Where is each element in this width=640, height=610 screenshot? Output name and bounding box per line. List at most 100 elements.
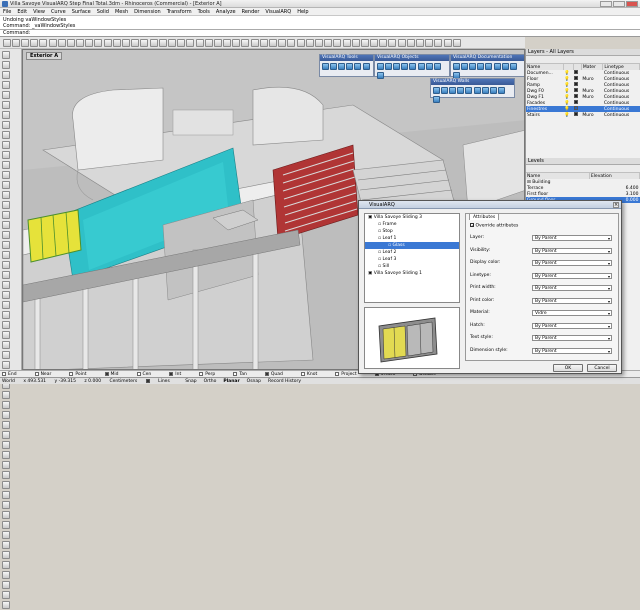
- toolbar-button-icon[interactable]: [434, 39, 443, 47]
- visualarq-tool-icon[interactable]: [485, 63, 493, 70]
- tool-button-icon[interactable]: [2, 411, 10, 419]
- visualarq-tool-icon[interactable]: [409, 63, 417, 70]
- attribute-dropdown[interactable]: By Parent ▾: [532, 247, 612, 254]
- tool-button-icon[interactable]: [2, 591, 10, 599]
- tool-button-icon[interactable]: [2, 451, 10, 459]
- visualarq-tool-icon[interactable]: [417, 63, 425, 70]
- visualarq-tool-icon[interactable]: [384, 63, 392, 70]
- visualarq-tools-toolbar[interactable]: VisualARQ Tools: [319, 54, 374, 77]
- menu-item-solid[interactable]: Solid: [94, 8, 112, 16]
- tool-button-icon[interactable]: [2, 601, 10, 609]
- visualarq-tool-icon[interactable]: [457, 87, 465, 94]
- visualarq-tool-icon[interactable]: [392, 63, 400, 70]
- tool-button-icon[interactable]: [2, 501, 10, 509]
- attribute-dropdown[interactable]: By Parent ▾: [532, 335, 612, 341]
- menu-item-render[interactable]: Render: [239, 8, 263, 16]
- visualarq-tool-icon[interactable]: [376, 63, 384, 70]
- component-tree[interactable]: ▣ Villa Savoye Sliding 3 ▫ Frame ▫ Stop ▫ L…: [364, 213, 460, 303]
- visualarq-tool-icon[interactable]: [477, 63, 485, 70]
- tool-button-icon[interactable]: [2, 241, 10, 249]
- toolbar-button-icon[interactable]: [223, 39, 232, 47]
- toolbar-button-icon[interactable]: [48, 39, 57, 47]
- visualarq-tool-icon[interactable]: [432, 87, 440, 94]
- minimize-button[interactable]: [600, 1, 612, 7]
- osnap-checkbox[interactable]: [104, 371, 109, 376]
- toolbar-button-icon[interactable]: [379, 39, 388, 47]
- visualarq-tool-icon[interactable]: [465, 87, 473, 94]
- osnap-checkbox[interactable]: [335, 371, 340, 376]
- tool-button-icon[interactable]: [2, 581, 10, 589]
- visualarq-tool-icon[interactable]: [440, 87, 448, 94]
- viewport-title[interactable]: Exterior A: [26, 52, 63, 60]
- status-toggle-planar[interactable]: Planar: [223, 379, 239, 384]
- toolbar-button-icon[interactable]: [39, 39, 48, 47]
- visualarq-tool-icon[interactable]: [432, 96, 440, 103]
- toolbar-button-icon[interactable]: [213, 39, 222, 47]
- osnap-checkbox[interactable]: [264, 371, 269, 376]
- tool-button-icon[interactable]: [2, 441, 10, 449]
- visualarq-tool-icon[interactable]: [489, 87, 497, 94]
- status-layer[interactable]: Lines: [145, 378, 177, 384]
- menu-item-surface[interactable]: Surface: [69, 8, 94, 16]
- status-toggle-record-history[interactable]: Record History: [268, 379, 301, 384]
- toolbar-button-icon[interactable]: [452, 39, 461, 47]
- menu-item-tools[interactable]: Tools: [195, 8, 213, 16]
- tool-button-icon[interactable]: [2, 361, 10, 369]
- tool-button-icon[interactable]: [2, 401, 10, 409]
- toolbar-button-icon[interactable]: [333, 39, 342, 47]
- osnap-checkbox[interactable]: [233, 371, 238, 376]
- tree-node[interactable]: ▫ Glass: [365, 242, 459, 249]
- tool-button-icon[interactable]: [2, 561, 10, 569]
- tree-node[interactable]: ▣ Villa Savoye Sliding 1: [365, 270, 459, 277]
- tool-button-icon[interactable]: [2, 91, 10, 99]
- toolbar-button-icon[interactable]: [305, 39, 314, 47]
- toolbar-button-icon[interactable]: [269, 39, 278, 47]
- toolbar-button-icon[interactable]: [324, 39, 333, 47]
- tool-button-icon[interactable]: [2, 431, 10, 439]
- toolbar-button-icon[interactable]: [57, 39, 66, 47]
- tool-button-icon[interactable]: [2, 51, 10, 59]
- tool-button-icon[interactable]: [2, 121, 10, 129]
- tool-button-icon[interactable]: [2, 221, 10, 229]
- toolbar-button-icon[interactable]: [204, 39, 213, 47]
- tool-button-icon[interactable]: [2, 231, 10, 239]
- visualarq-tool-icon[interactable]: [376, 72, 384, 79]
- toolbar-button-icon[interactable]: [287, 39, 296, 47]
- tool-button-icon[interactable]: [2, 171, 10, 179]
- tool-button-icon[interactable]: [2, 551, 10, 559]
- attribute-dropdown[interactable]: By Parent ▾: [532, 272, 612, 279]
- tree-node[interactable]: ▫ Leaf 2: [365, 249, 459, 256]
- toolbar-button-icon[interactable]: [112, 39, 121, 47]
- maximize-button[interactable]: [613, 1, 625, 7]
- tree-node[interactable]: ▫ Frame: [365, 221, 459, 228]
- menu-item-transform[interactable]: Transform: [164, 8, 195, 16]
- osnap-checkbox[interactable]: [34, 371, 39, 376]
- menu-item-dimension[interactable]: Dimension: [131, 8, 164, 16]
- toolbar-button-icon[interactable]: [406, 39, 415, 47]
- visualarq-objects-toolbar[interactable]: VisualARQ Objects: [374, 54, 450, 79]
- toolbar-button-icon[interactable]: [232, 39, 241, 47]
- tool-button-icon[interactable]: [2, 111, 10, 119]
- visualarq-dialog[interactable]: VisualARQ × ▣ Villa Savoye Sliding 3 ▫ Fr…: [358, 200, 622, 374]
- attribute-dropdown[interactable]: By Parent ▾: [532, 297, 612, 304]
- toolbar-button-icon[interactable]: [2, 39, 11, 47]
- tool-button-icon[interactable]: [2, 471, 10, 479]
- toolbar-button-icon[interactable]: [30, 39, 39, 47]
- tool-button-icon[interactable]: [2, 291, 10, 299]
- tree-node[interactable]: ▫ Stop: [365, 228, 459, 235]
- tool-button-icon[interactable]: [2, 351, 10, 359]
- tool-button-icon[interactable]: [2, 521, 10, 529]
- tree-node[interactable]: ▫ Sill: [365, 263, 459, 270]
- command-line[interactable]: Command:: [0, 30, 640, 37]
- tool-button-icon[interactable]: [2, 181, 10, 189]
- override-attributes-checkbox[interactable]: ✓: [470, 223, 474, 228]
- close-button[interactable]: [626, 1, 638, 7]
- visualarq-tool-icon[interactable]: [401, 63, 409, 70]
- visualarq-tool-icon[interactable]: [329, 63, 337, 70]
- toolbar-button-icon[interactable]: [443, 39, 452, 47]
- toolbar-button-icon[interactable]: [11, 39, 20, 47]
- toolbar-button-icon[interactable]: [278, 39, 287, 47]
- visualarq-tool-icon[interactable]: [337, 63, 345, 70]
- visualarq-tool-icon[interactable]: [493, 63, 501, 70]
- override-attributes-row[interactable]: ✓ Override attributes: [470, 223, 518, 230]
